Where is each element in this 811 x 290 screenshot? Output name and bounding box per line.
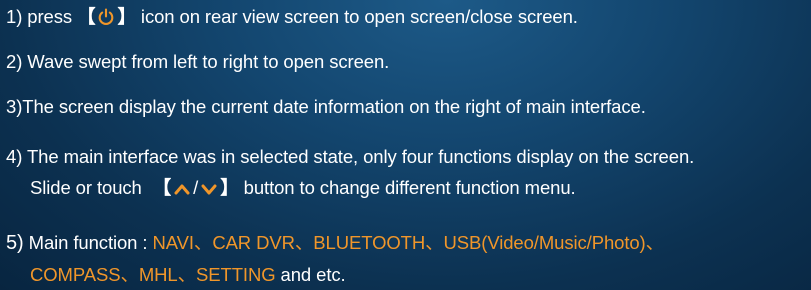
item-5-line-2: COMPASS、MHL、SETTING and etc. — [30, 264, 346, 286]
item-1: 1) press 【】 icon on rear view screen to … — [6, 6, 578, 31]
item-5-suffix: and etc. — [275, 264, 346, 285]
item-4-line-2: Slide or touch 【 / 】 button to change diff… — [30, 177, 576, 202]
separator: 、 — [177, 264, 197, 285]
item-3: 3)The screen display the current date in… — [6, 96, 646, 117]
function-car-dvr: CAR DVR — [212, 232, 295, 253]
item-1-prefix: 1) press — [6, 6, 78, 27]
chevron-down-icon — [200, 180, 218, 202]
item-4-line-1: 4) The main interface was in selected st… — [6, 146, 695, 167]
separator: 、 — [425, 232, 444, 253]
separator: 、 — [120, 264, 139, 285]
bracket-open: 【 — [152, 177, 172, 198]
function-bluetooth: BLUETOOTH — [313, 232, 426, 253]
item-5-line-1: 5) Main function : NAVI、CAR DVR、BLUETOOT… — [6, 232, 664, 254]
separator: 、 — [645, 232, 665, 253]
item-5-number: 5) — [6, 232, 24, 254]
function-navi: NAVI — [152, 232, 195, 253]
main-function-label: Main function : — [23, 232, 153, 253]
item-2: 2) Wave swept from left to right to open… — [6, 51, 390, 72]
function-mhl: MHL — [138, 264, 178, 285]
item-1-suffix: icon on rear view screen to open screen/… — [135, 6, 578, 27]
function-setting: SETTING — [196, 264, 276, 285]
function-usb: USB(Video/Music/Photo) — [443, 232, 646, 253]
separator: 、 — [193, 232, 213, 253]
slash: / — [193, 177, 199, 198]
separator: 、 — [294, 232, 314, 253]
bracket-close: 】 — [220, 177, 239, 198]
power-icon — [97, 8, 115, 31]
item-4-prefix: Slide or touch — [30, 177, 147, 198]
item-4-suffix: button to change different function menu… — [238, 177, 576, 198]
bracket-open: 【 — [77, 6, 96, 27]
function-compass: COMPASS — [30, 264, 121, 285]
bracket-close: 】 — [117, 6, 136, 27]
chevron-up-icon — [173, 180, 191, 202]
